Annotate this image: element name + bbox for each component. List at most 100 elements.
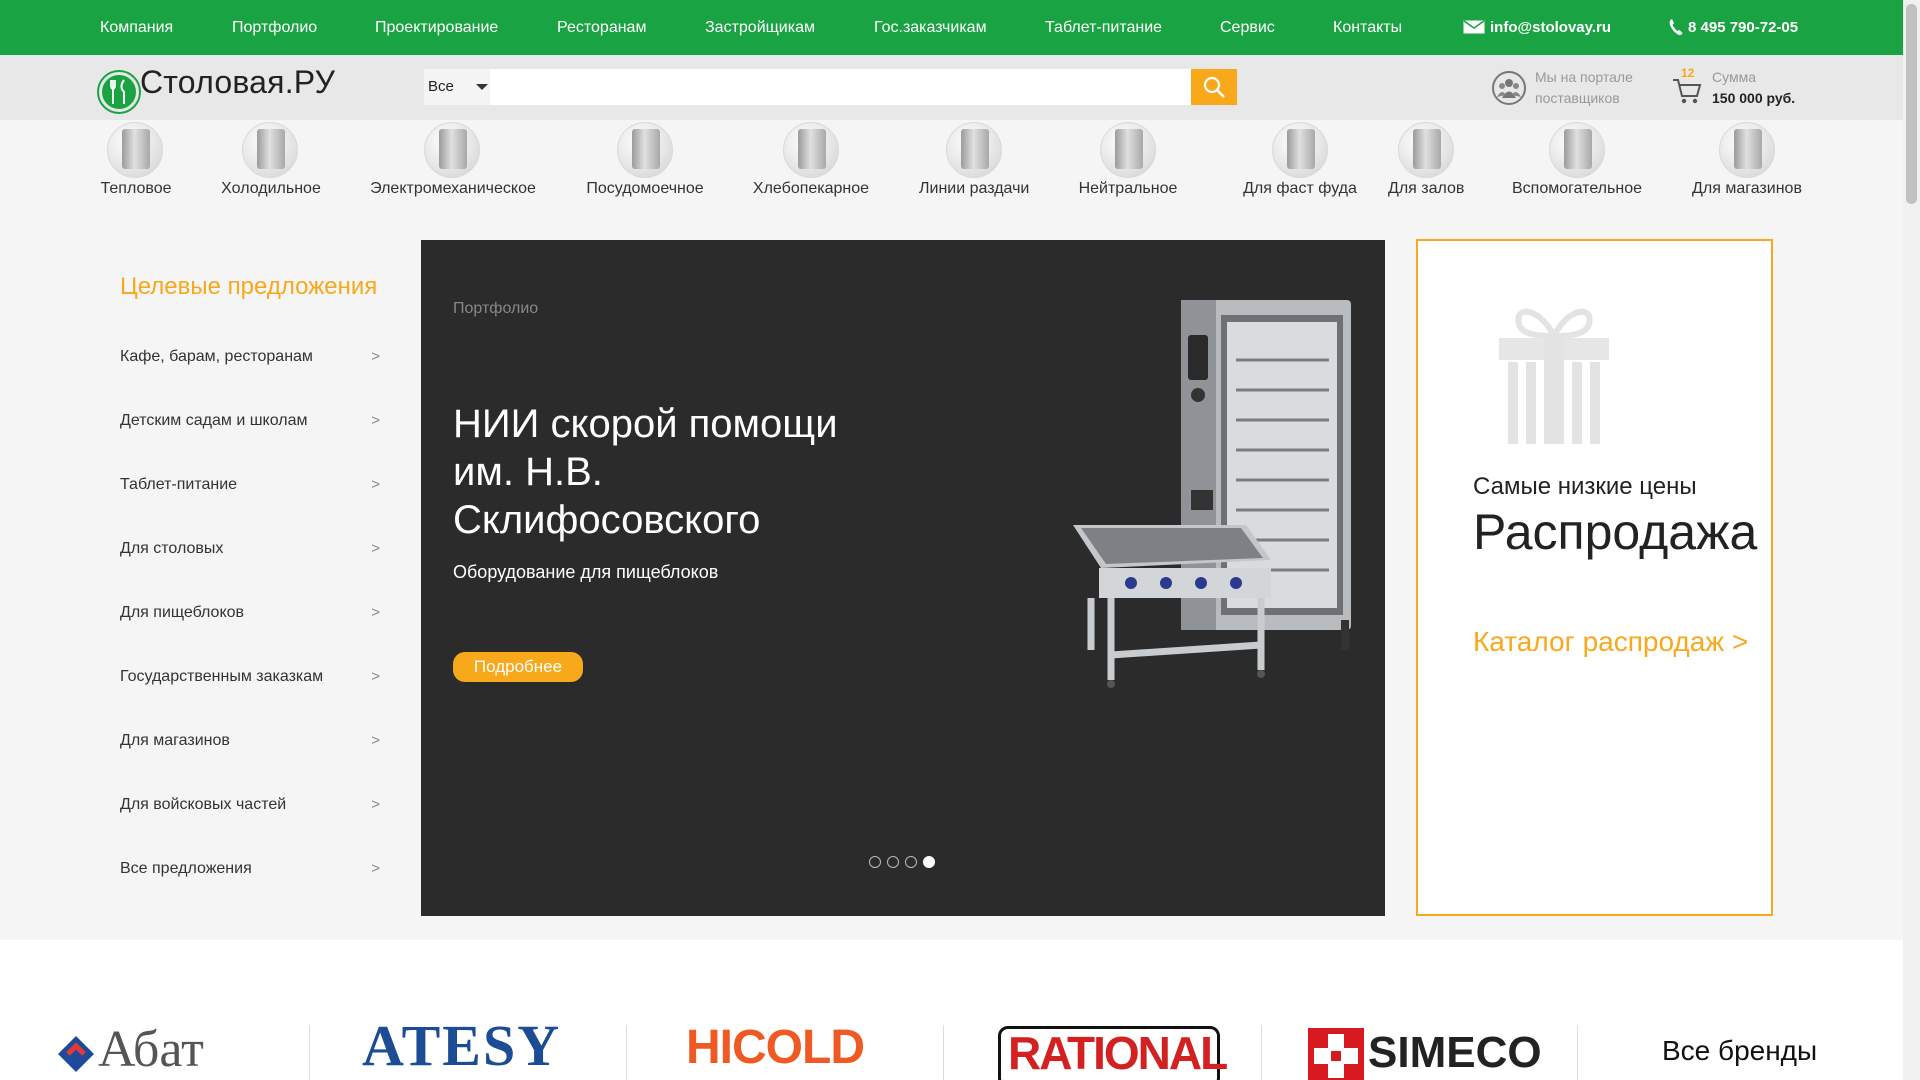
category-shops[interactable]: Для магазинов — [1692, 120, 1802, 210]
thermal-equipment-icon — [107, 122, 163, 178]
suppliers-portal-link[interactable]: Мы на портале поставщиков — [1492, 67, 1642, 109]
envelope-icon — [1463, 19, 1485, 34]
search-button[interactable] — [1191, 69, 1237, 105]
nav-gov-customers[interactable]: Гос.заказчикам — [874, 0, 987, 55]
top-nav: Компания Портфолио Проектирование Рестор… — [0, 0, 1903, 55]
caret-down-icon — [476, 84, 488, 90]
brand-simeco[interactable]: SIMECO — [1308, 1028, 1552, 1080]
category-halls[interactable]: Для залов — [1388, 120, 1464, 210]
brand-rational[interactable]: RATIONAL — [998, 1026, 1228, 1080]
abat-logo-icon — [58, 1036, 94, 1072]
slider-dot-4[interactable] — [923, 856, 935, 868]
phone-link[interactable]: 8 495 790-72-05 — [1669, 0, 1798, 55]
chevron-right-icon: > — [371, 860, 380, 877]
brand-separator — [943, 1025, 944, 1080]
offer-label: Для магазинов — [120, 732, 230, 749]
search-category-select[interactable]: Все — [424, 69, 490, 105]
category-neutral[interactable]: Нейтральное — [1078, 120, 1178, 210]
site-header: Столовая.РУ Все Мы на портале поставщико… — [0, 55, 1903, 120]
chevron-right-icon: > — [371, 412, 380, 429]
brand-atesy[interactable]: ATESY — [362, 1013, 582, 1080]
offer-label: Государственным заказкам — [120, 668, 324, 685]
nav-service[interactable]: Сервис — [1220, 0, 1275, 55]
search-input[interactable] — [490, 69, 1194, 105]
offer-label: Кафе, барам, ресторанам — [120, 348, 313, 365]
category-auxiliary[interactable]: Вспомогательное — [1512, 120, 1642, 210]
oven-icon — [783, 122, 839, 178]
brand-hicold[interactable]: HICOLD — [686, 1021, 901, 1080]
category-label: Для залов — [1388, 180, 1465, 197]
search-category-value: Все — [428, 78, 454, 95]
email-link[interactable]: info@stolovay.ru — [1463, 0, 1611, 55]
suppliers-text: Мы на портале поставщиков — [1535, 67, 1633, 109]
dishwasher-icon — [617, 122, 673, 178]
serving-line-icon — [946, 122, 1002, 178]
offer-shops[interactable]: Для магазинов > — [120, 709, 380, 773]
chevron-right-icon: > — [371, 668, 380, 685]
offer-kindergartens[interactable]: Детским садам и школам > — [120, 389, 380, 453]
category-label: Нейтральное — [1078, 180, 1178, 197]
search-box: Все — [424, 69, 1237, 105]
offer-canteens[interactable]: Для столовых > — [120, 517, 380, 581]
chevron-right-icon: > — [371, 540, 380, 557]
category-thermal[interactable]: Тепловое — [100, 120, 172, 210]
category-bakery[interactable]: Хлебопекарное — [752, 120, 870, 210]
gift-icon — [1499, 308, 1609, 444]
logo[interactable]: Столовая.РУ — [99, 63, 335, 112]
chevron-right-icon: > — [371, 604, 380, 621]
slider-dot-1[interactable] — [869, 856, 881, 868]
offer-food-units[interactable]: Для пищеблоков > — [120, 581, 380, 645]
brand-separator — [1577, 1025, 1578, 1080]
chevron-right-icon: > — [371, 796, 380, 813]
category-refrigeration[interactable]: Холодильное — [220, 120, 322, 210]
category-electromechanical[interactable]: Электромеханическое — [370, 120, 536, 210]
fryer-icon — [1272, 122, 1328, 178]
brand-abat[interactable]: Абат — [56, 1021, 266, 1080]
offer-label: Детским садам и школам — [120, 412, 308, 429]
offer-label: Для войсковых частей — [120, 796, 287, 813]
nav-company[interactable]: Компания — [100, 0, 173, 55]
refrigerator-icon — [242, 122, 298, 178]
offer-label: Для пищеблоков — [120, 604, 245, 621]
category-fast-food[interactable]: Для фаст фуда — [1226, 120, 1374, 210]
offer-military[interactable]: Для войсковых частей > — [120, 773, 380, 837]
page-scrollbar[interactable] — [1903, 0, 1920, 1080]
brand-name: Абат — [98, 1021, 204, 1078]
chair-icon — [1398, 122, 1454, 178]
offer-government[interactable]: Государственным заказкам > — [120, 645, 380, 709]
nav-developers[interactable]: Застройщикам — [705, 0, 815, 55]
sale-catalog-link[interactable]: Каталог распродаж > — [1473, 626, 1748, 658]
nav-design[interactable]: Проектирование — [375, 0, 498, 55]
slider-dot-2[interactable] — [887, 856, 899, 868]
slider-dot-3[interactable] — [905, 856, 917, 868]
brands-bar: Абат ATESY HICOLD RATIONAL SIMECO Все бр… — [0, 940, 1903, 1080]
offer-tablet-food[interactable]: Таблет-питание > — [120, 453, 380, 517]
nav-restaurants[interactable]: Ресторанам — [557, 0, 646, 55]
phone-text: 8 495 790-72-05 — [1688, 19, 1799, 36]
brand-separator — [1261, 1025, 1262, 1080]
category-label: Для фаст фуда — [1243, 180, 1357, 197]
chevron-right-icon: > — [371, 348, 380, 365]
cart-sum-value: 150 000 руб. — [1712, 90, 1796, 106]
category-dishwashing[interactable]: Посудомоечное — [586, 120, 704, 210]
category-label: Холодильное — [221, 180, 321, 197]
offer-all[interactable]: Все предложения > — [120, 837, 380, 901]
nav-portfolio[interactable]: Портфолио — [232, 0, 317, 55]
brand-name: ATESY — [362, 1013, 562, 1078]
scale-icon — [1549, 122, 1605, 178]
sale-title: Распродажа — [1473, 504, 1758, 560]
nav-tablet-food[interactable]: Таблет-питание — [1045, 0, 1162, 55]
category-serving-lines[interactable]: Линии раздачи — [919, 120, 1029, 210]
details-button[interactable]: Подробнее — [453, 652, 583, 682]
all-brands-link[interactable]: Все бренды — [1662, 1035, 1817, 1067]
shelving-icon — [1719, 122, 1775, 178]
kitchen-equipment-image — [1073, 300, 1351, 688]
cart[interactable]: 12 Сумма 150 000 руб. — [1672, 66, 1812, 109]
simeco-cross-icon — [1308, 1028, 1364, 1080]
nav-contacts[interactable]: Контакты — [1333, 0, 1402, 55]
offer-label: Для столовых — [120, 540, 224, 557]
offer-cafes[interactable]: Кафе, барам, ресторанам > — [120, 325, 380, 389]
sale-subtitle: Самые низкие цены — [1473, 473, 1697, 500]
sale-banner: Самые низкие цены Распродажа Каталог рас… — [1416, 239, 1773, 916]
scrollbar-thumb[interactable] — [1906, 4, 1917, 204]
